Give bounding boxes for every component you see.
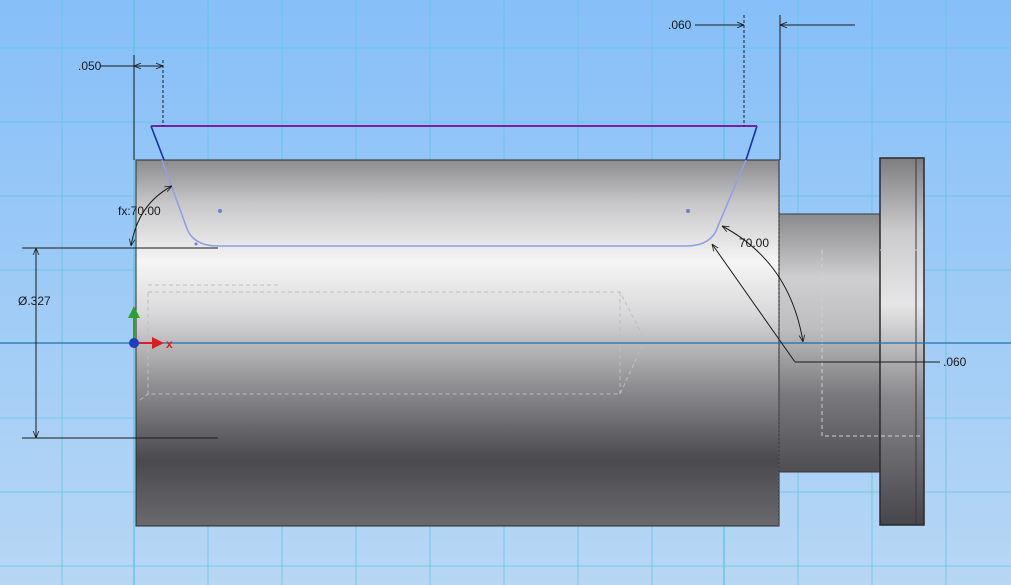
dim-left-angle[interactable]: fx:70.00 bbox=[118, 204, 161, 218]
dim-right-offset[interactable]: .060 bbox=[668, 18, 692, 32]
dim-right-leader[interactable]: .060 bbox=[943, 355, 967, 369]
sketch-canvas[interactable]: .050 .060 fx:70.00 70.00 Ø.327 .060 x bbox=[0, 0, 1011, 585]
cad-viewport[interactable]: .050 .060 fx:70.00 70.00 Ø.327 .060 x bbox=[0, 0, 1011, 585]
triad-x-label: x bbox=[166, 337, 173, 351]
origin-point-icon bbox=[129, 338, 139, 348]
sketch-point-icon[interactable] bbox=[686, 209, 690, 213]
dim-diameter[interactable]: Ø.327 bbox=[18, 294, 51, 308]
sketch-point-icon[interactable] bbox=[194, 242, 198, 246]
dim-left-offset[interactable]: .050 bbox=[78, 59, 102, 73]
dim-right-angle[interactable]: 70.00 bbox=[739, 236, 769, 250]
sketch-point-icon[interactable] bbox=[218, 209, 222, 213]
end-flange[interactable] bbox=[879, 157, 925, 526]
